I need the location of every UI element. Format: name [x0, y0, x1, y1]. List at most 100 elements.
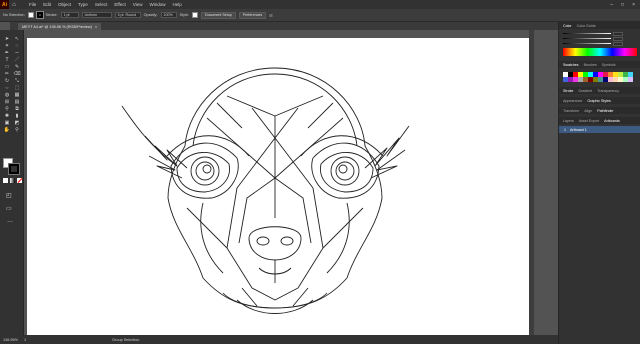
- menu-select[interactable]: Select: [95, 2, 108, 7]
- width-tool-icon[interactable]: ⇔: [2, 84, 12, 91]
- menu-help[interactable]: Help: [172, 2, 181, 7]
- blend-tool-icon[interactable]: ⧉: [12, 105, 22, 112]
- draw-mode-icon[interactable]: ◰: [6, 192, 12, 199]
- document-setup-button[interactable]: Document Setup: [201, 11, 236, 19]
- home-icon[interactable]: ⌂: [9, 0, 19, 9]
- rectangle-tool-icon[interactable]: □: [2, 63, 12, 70]
- tab-transparency[interactable]: Transparency: [597, 89, 619, 93]
- zoom-tool-icon[interactable]: ⚲: [12, 126, 22, 133]
- eyedropper-icon[interactable]: ⚲: [2, 105, 12, 112]
- scale-tool-icon[interactable]: ⤡: [12, 77, 22, 84]
- zoom-level[interactable]: 136.96%: [3, 338, 18, 342]
- graphic-style-swatch[interactable]: [192, 12, 198, 18]
- free-transform-icon[interactable]: ⬚: [12, 84, 22, 91]
- meerkat-artwork: [121, 67, 410, 314]
- document-tab[interactable]: MEYT A4.ai* @ 136.96 % (RGB/Preview) ×: [18, 23, 102, 30]
- pencil-icon[interactable]: ✏: [2, 70, 12, 77]
- tab-asset-export[interactable]: Asset Export: [579, 119, 599, 123]
- selection-tool-icon[interactable]: ➤: [2, 35, 12, 42]
- document-tab-bar: MEYT A4.ai* @ 136.96 % (RGB/Preview) ×: [10, 22, 558, 30]
- direct-selection-tool-icon[interactable]: ↖: [12, 35, 22, 42]
- minimize-icon[interactable]: –: [610, 2, 613, 8]
- menu-type[interactable]: Type: [78, 2, 88, 7]
- magic-wand-icon[interactable]: ✶: [2, 42, 12, 49]
- brush-definition[interactable]: 5 pt. Round: [114, 12, 141, 18]
- menu-window[interactable]: Window: [149, 2, 165, 7]
- vertical-scrollbar[interactable]: [529, 30, 534, 335]
- style-label: Style:: [179, 13, 190, 17]
- menu-effect[interactable]: Effect: [114, 2, 125, 7]
- swatch-grid[interactable]: [563, 72, 636, 82]
- tab-swatches[interactable]: Swatches: [563, 63, 579, 67]
- tab-artboards[interactable]: Artboards: [604, 119, 620, 123]
- tab-align[interactable]: Align: [584, 109, 592, 113]
- gradient-button[interactable]: [10, 178, 15, 183]
- gradient-tool-icon[interactable]: ▤: [12, 98, 22, 105]
- tab-color-guide[interactable]: Color Guide: [577, 24, 596, 28]
- tab-brushes[interactable]: Brushes: [584, 63, 597, 67]
- artboard-navigator[interactable]: 1: [24, 338, 26, 342]
- stroke-box[interactable]: [8, 163, 20, 175]
- document-title: MEYT A4.ai* @ 136.96 % (RGB/Preview): [22, 24, 92, 29]
- preferences-button[interactable]: Preferences: [238, 11, 267, 19]
- fill-swatch[interactable]: [27, 12, 34, 18]
- mesh-tool-icon[interactable]: ⊞: [2, 98, 12, 105]
- type-tool-icon[interactable]: T: [2, 56, 12, 63]
- none-button[interactable]: [17, 178, 23, 183]
- color-panel-tabs: Color Color Guide: [559, 22, 640, 29]
- tab-gradient[interactable]: Gradient: [578, 89, 592, 93]
- fill-stroke-indicator[interactable]: [3, 158, 20, 175]
- menu-view[interactable]: View: [133, 2, 143, 7]
- tab-symbols[interactable]: Symbols: [602, 63, 616, 67]
- window-controls: – □ ×: [610, 2, 640, 8]
- menu-edit[interactable]: Edit: [43, 2, 51, 7]
- close-window-icon[interactable]: ×: [632, 2, 635, 8]
- rotate-tool-icon[interactable]: ↻: [2, 77, 12, 84]
- menu-bar: Ai ⌂ File Edit Object Type Select Effect…: [0, 0, 640, 9]
- variable-width-profile[interactable]: Uniform: [81, 12, 112, 18]
- tab-layers[interactable]: Layers: [563, 119, 574, 123]
- tab-graphic-styles[interactable]: Graphic Styles: [587, 99, 610, 103]
- tab-transform[interactable]: Transform: [563, 109, 579, 113]
- artboard[interactable]: [27, 38, 529, 335]
- slice-tool-icon[interactable]: ◩: [12, 119, 22, 126]
- artboard-tool-icon[interactable]: ▣: [2, 119, 12, 126]
- screen-mode-icon[interactable]: ▭: [6, 205, 12, 212]
- color-slider-3[interactable]: [563, 41, 636, 46]
- hand-tool-icon[interactable]: ✋: [2, 126, 12, 133]
- curvature-tool-icon[interactable]: ∽: [12, 49, 22, 56]
- more-tools-icon[interactable]: …: [7, 218, 13, 224]
- stroke-swatch[interactable]: [35, 11, 44, 19]
- shape-builder-icon[interactable]: ◍: [2, 91, 12, 98]
- color-spectrum[interactable]: [563, 48, 637, 56]
- color-button[interactable]: [3, 178, 8, 183]
- column-graph-icon[interactable]: ▮: [12, 112, 22, 119]
- eraser-icon[interactable]: ⌫: [12, 70, 22, 77]
- artboard-name: Artboard 1: [570, 127, 587, 132]
- menu-object[interactable]: Object: [58, 2, 71, 7]
- app-logo: Ai: [0, 0, 9, 9]
- line-tool-icon[interactable]: ／: [12, 56, 22, 63]
- paintbrush-icon[interactable]: ✎: [12, 63, 22, 70]
- symbol-sprayer-icon[interactable]: ✺: [2, 112, 12, 119]
- perspective-grid-icon[interactable]: ▦: [12, 91, 22, 98]
- opacity-field[interactable]: 100%: [160, 12, 177, 18]
- close-tab-icon[interactable]: ×: [95, 25, 97, 29]
- tab-stroke[interactable]: Stroke: [563, 89, 573, 93]
- tool-grid: ➤ ↖ ✶ ◌ ✒ ∽ T ／ □ ✎ ✏ ⌫ ↻ ⤡ ⇔ ⬚ ◍ ▦ ⊞ ▤ …: [2, 35, 22, 133]
- color-mode-buttons: [3, 178, 23, 183]
- selection-status: No Selection: [3, 13, 25, 17]
- tab-pathfinder[interactable]: Pathfinder: [597, 109, 613, 113]
- swatch[interactable]: [628, 77, 633, 82]
- pen-tool-icon[interactable]: ✒: [2, 49, 12, 56]
- menu-file[interactable]: File: [29, 2, 36, 7]
- artboard-row[interactable]: 1 Artboard 1: [559, 126, 640, 133]
- stroke-weight-field[interactable]: 1 pt: [60, 12, 79, 18]
- tab-appearance[interactable]: Appearance: [563, 99, 582, 103]
- lasso-icon[interactable]: ◌: [12, 42, 22, 49]
- tab-color[interactable]: Color: [563, 24, 572, 28]
- maximize-icon[interactable]: □: [621, 2, 624, 8]
- arrange-icon[interactable]: ☷: [269, 13, 272, 18]
- layers-panel-tabs: Layers Asset Export Artboards: [559, 117, 640, 124]
- canvas-area[interactable]: [24, 30, 558, 335]
